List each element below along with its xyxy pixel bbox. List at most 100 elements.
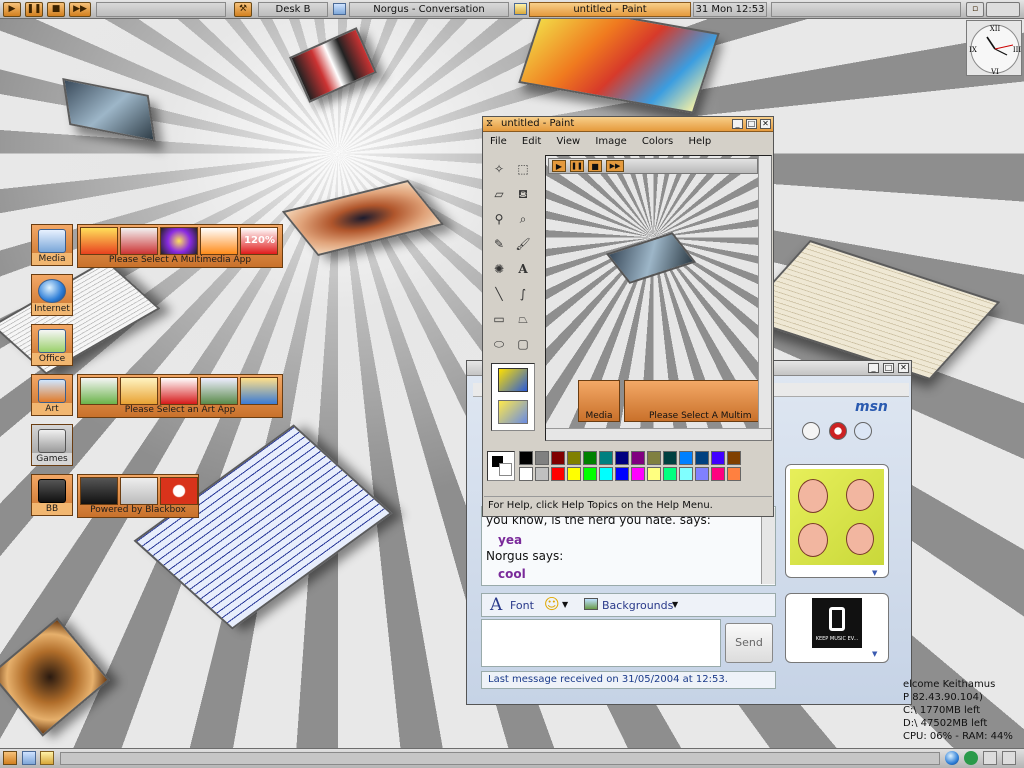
menu-colors[interactable]: Colors	[642, 136, 673, 147]
acrobat-icon[interactable]: 120%	[240, 227, 278, 255]
color-swatch[interactable]	[551, 467, 565, 481]
curve-icon[interactable]: ∫	[513, 284, 533, 304]
color-swatch[interactable]	[695, 467, 709, 481]
my-display-picture-frame[interactable]: KEEP MUSIC EV... ▼	[785, 593, 889, 663]
color-swatch[interactable]	[567, 451, 581, 465]
fast-forward-icon[interactable]: ▶▶	[69, 2, 91, 17]
chat-history[interactable]: you know, is the nerd you hate. says: ye…	[481, 506, 776, 586]
magnifier-icon[interactable]: ⌕	[513, 209, 533, 229]
power-icon[interactable]	[160, 477, 198, 505]
menu-help[interactable]: Help	[688, 136, 711, 147]
message-input[interactable]	[481, 619, 721, 667]
maximize-icon[interactable]: □	[746, 119, 757, 129]
chevron-down-icon[interactable]: ▼	[872, 650, 877, 658]
current-colors[interactable]	[487, 451, 515, 481]
blank-cube-icon[interactable]	[120, 477, 158, 505]
vlc-icon[interactable]	[200, 227, 238, 255]
color-swatch[interactable]	[711, 451, 725, 465]
color-swatch[interactable]	[599, 467, 613, 481]
media-app-icon[interactable]	[80, 227, 118, 255]
rectangle-icon[interactable]: ▭	[489, 309, 509, 329]
color-swatch[interactable]	[663, 451, 677, 465]
eyedropper-icon[interactable]: ⚲	[489, 209, 509, 229]
desk-label[interactable]: Desk B	[258, 2, 328, 17]
paint-task-icon[interactable]	[514, 3, 527, 15]
color-swatch[interactable]	[519, 467, 533, 481]
color-swatch[interactable]	[663, 467, 677, 481]
tool-icon[interactable]: ⚒	[234, 2, 252, 17]
rect-select-icon[interactable]: ⬚	[513, 159, 533, 179]
color-swatch[interactable]	[631, 451, 645, 465]
settings-icon[interactable]	[854, 422, 872, 440]
pencil-icon[interactable]: ✎	[489, 234, 509, 254]
pause-icon[interactable]: ❚❚	[25, 2, 43, 17]
font-icon[interactable]: A	[490, 595, 502, 615]
minimize-icon[interactable]: _	[868, 363, 879, 373]
canvas-vertical-scrollbar[interactable]	[758, 156, 771, 428]
art-app-icon[interactable]	[120, 377, 158, 405]
chevron-down-icon[interactable]: ▼	[672, 600, 678, 609]
ellipse-icon[interactable]: ⬭	[489, 334, 509, 354]
menu-image[interactable]: Image	[595, 136, 626, 147]
transparent-mode-icon[interactable]	[498, 400, 528, 424]
chevron-down-icon[interactable]: ▼	[872, 569, 877, 577]
tray-icon[interactable]	[983, 751, 997, 765]
launcher-internet[interactable]: Internet	[31, 274, 73, 316]
paint-titlebar[interactable]: ⧖ untitled - Paint	[483, 117, 773, 132]
launcher-office[interactable]: Office	[31, 324, 73, 366]
task-norgus-conversation[interactable]: Norgus - Conversation	[349, 2, 509, 17]
network-tray-icon[interactable]	[945, 751, 959, 765]
color-swatch[interactable]	[535, 467, 549, 481]
color-swatch[interactable]	[727, 451, 741, 465]
color-swatch[interactable]	[615, 451, 629, 465]
menu-edit[interactable]: Edit	[522, 136, 541, 147]
contact-display-picture-frame[interactable]: ▼	[785, 464, 889, 578]
paint-canvas[interactable]: ▶ ❚❚ ■ ▶▶ Media Please Select A Multim	[545, 155, 772, 441]
opaque-mode-icon[interactable]	[498, 368, 528, 392]
color-swatch[interactable]	[647, 467, 661, 481]
media-app-icon[interactable]	[160, 227, 198, 255]
play-icon[interactable]: ▶	[3, 2, 21, 17]
invite-icon[interactable]	[802, 422, 820, 440]
art-app-icon[interactable]	[200, 377, 238, 405]
color-swatch[interactable]	[711, 467, 725, 481]
msn-task-icon[interactable]	[333, 3, 346, 15]
polygon-icon[interactable]: ⏢	[513, 309, 533, 329]
tray-icon[interactable]	[1002, 751, 1016, 765]
msn-tray-icon[interactable]	[22, 751, 36, 765]
messenger-tray-icon[interactable]	[964, 751, 978, 765]
backgrounds-button[interactable]: Backgrounds	[602, 599, 673, 612]
launcher-media[interactable]: Media	[31, 224, 73, 266]
art-app-icon[interactable]	[80, 377, 118, 405]
art-app-icon[interactable]	[160, 377, 198, 405]
font-button[interactable]: Font	[510, 599, 534, 612]
free-select-icon[interactable]: ✧	[489, 159, 509, 179]
block-icon[interactable]	[829, 422, 847, 440]
line-icon[interactable]: ╲	[489, 284, 509, 304]
color-swatch[interactable]	[535, 451, 549, 465]
airbrush-icon[interactable]: ✺	[489, 259, 509, 279]
eraser-icon[interactable]: ▱	[489, 184, 509, 204]
canvas-horizontal-scrollbar[interactable]	[546, 428, 771, 440]
color-swatch[interactable]	[599, 451, 613, 465]
brush-icon[interactable]: 🖌	[513, 234, 533, 254]
color-swatch[interactable]	[647, 451, 661, 465]
color-swatch[interactable]	[679, 467, 693, 481]
minimize-icon[interactable]: _	[732, 119, 743, 129]
color-swatch[interactable]	[631, 467, 645, 481]
launcher-art[interactable]: Art	[31, 374, 73, 416]
color-swatch[interactable]	[583, 467, 597, 481]
text-tool-icon[interactable]: A	[513, 259, 533, 279]
launcher-bb[interactable]: BB	[31, 474, 73, 516]
menu-file[interactable]: File	[490, 136, 507, 147]
emoticon-icon[interactable]: ☺	[544, 595, 560, 613]
chat-scrollbar[interactable]	[761, 508, 775, 584]
close-icon[interactable]: ✕	[898, 363, 909, 373]
color-swatch[interactable]	[567, 467, 581, 481]
launcher-games[interactable]: Games	[31, 424, 73, 466]
color-swatch[interactable]	[679, 451, 693, 465]
close-icon[interactable]: ✕	[760, 119, 771, 129]
rounded-rect-icon[interactable]: ▢	[513, 334, 533, 354]
color-swatch[interactable]	[519, 451, 533, 465]
art-app-icon[interactable]	[240, 377, 278, 405]
